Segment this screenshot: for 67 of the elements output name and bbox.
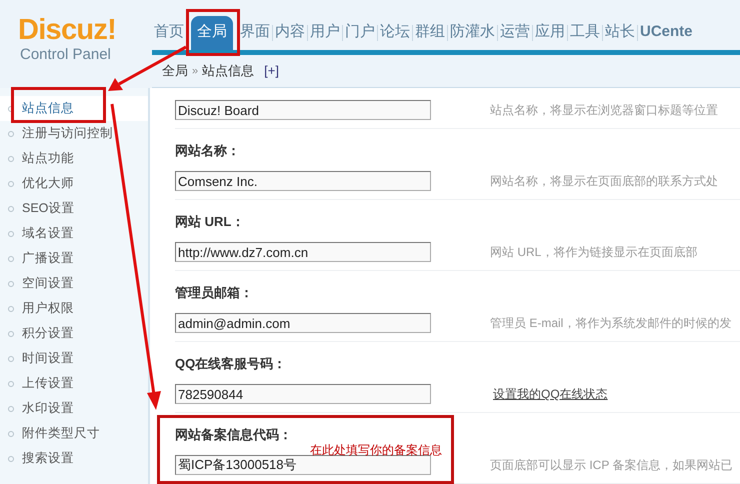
bullet-icon: [8, 156, 14, 162]
bullet-icon: [8, 130, 14, 136]
annotation-frame: [186, 9, 240, 56]
bullet-icon: [8, 456, 14, 462]
sidebar-item[interactable]: 站点功能: [22, 149, 74, 168]
nav-tab[interactable]: 工具: [568, 16, 602, 50]
field-hint: 管理员 E-mail，将作为系统发邮件的时候的发: [490, 315, 732, 332]
sidebar-item[interactable]: 附件类型尺寸: [22, 424, 100, 443]
bullet-icon: [8, 380, 14, 386]
field-hint: 页面底部可以显示 ICP 备案信息，如果网站已: [490, 457, 732, 474]
field-label: 网站名称：: [175, 142, 241, 160]
field-label: 网站备案信息代码：: [175, 426, 293, 444]
qq-status-link[interactable]: 设置我的QQ在线状态: [493, 385, 608, 403]
field-hint: 站点名称，将显示在浏览器窗口标题等位置: [490, 102, 718, 119]
sidebar-item[interactable]: SEO设置: [22, 199, 74, 218]
text-field[interactable]: 蜀ICP备13000518号: [175, 455, 431, 475]
nav-tab[interactable]: 论坛: [378, 16, 412, 50]
text-field[interactable]: http://www.dz7.com.cn: [175, 242, 431, 262]
sidebar-item[interactable]: 优化大师: [22, 174, 74, 193]
field-label: QQ在线客服号码：: [175, 355, 288, 373]
bullet-icon: [8, 430, 14, 436]
sidebar-item[interactable]: 积分设置: [22, 324, 74, 343]
sidebar-item[interactable]: 水印设置: [22, 399, 74, 418]
bullet-icon: [8, 356, 14, 362]
field-hint: 网站 URL，将作为链接显示在页面底部: [490, 244, 698, 261]
nav-tab[interactable]: 界面: [238, 16, 272, 50]
sidebar-item[interactable]: 搜索设置: [22, 449, 74, 468]
text-field[interactable]: Comsenz Inc.: [175, 171, 431, 191]
text-field[interactable]: 782590844: [175, 384, 431, 404]
breadcrumb-item: 站点信息: [202, 62, 254, 80]
add-shortcut-link[interactable]: [+]: [264, 61, 279, 81]
bullet-icon: [8, 406, 14, 412]
bullet-icon: [8, 256, 14, 262]
nav-tab[interactable]: 门户: [343, 16, 377, 50]
field-hint: 网站名称，将显示在页面底部的联系方式处: [490, 173, 718, 190]
text-field[interactable]: admin@admin.com: [175, 313, 431, 333]
sidebar-item[interactable]: 时间设置: [22, 349, 74, 368]
sidebar-item[interactable]: 用户权限: [22, 299, 74, 318]
breadcrumb-separator: »: [192, 64, 198, 79]
bullet-icon: [8, 330, 14, 336]
nav-tab[interactable]: 应用: [533, 16, 567, 50]
bullet-icon: [8, 306, 14, 312]
nav-tab[interactable]: 全局: [191, 16, 233, 50]
field-label: 网站 URL：: [175, 213, 246, 231]
breadcrumb-item[interactable]: 全局: [162, 61, 188, 81]
logo: Discuz!: [18, 14, 118, 46]
sidebar-item[interactable]: 域名设置: [22, 224, 74, 243]
nav-tab[interactable]: 首页: [152, 16, 186, 50]
bullet-icon: [8, 230, 14, 236]
sidebar-item[interactable]: 注册与访问控制: [22, 124, 113, 143]
sidebar-item[interactable]: 广播设置: [22, 249, 74, 268]
nav-tab[interactable]: 群组: [413, 16, 447, 50]
nav-tab[interactable]: 站长: [603, 16, 637, 50]
field-label: 管理员邮箱：: [175, 284, 254, 302]
sidebar-item[interactable]: 上传设置: [22, 374, 74, 393]
bullet-icon: [8, 206, 14, 212]
nav-tab[interactable]: UCente: [638, 16, 695, 50]
text-field[interactable]: Discuz! Board: [175, 100, 431, 120]
nav-tab[interactable]: 用户: [308, 16, 342, 50]
bullet-icon: [8, 180, 14, 186]
logo-subtitle: Control Panel: [19, 46, 112, 64]
nav-tab[interactable]: 运营: [498, 16, 532, 50]
nav-tab[interactable]: 防灌水: [448, 16, 497, 50]
bullet-icon: [8, 106, 14, 112]
nav-tab[interactable]: 内容: [273, 16, 307, 50]
sidebar-item[interactable]: 空间设置: [22, 274, 74, 293]
bullet-icon: [8, 280, 14, 286]
